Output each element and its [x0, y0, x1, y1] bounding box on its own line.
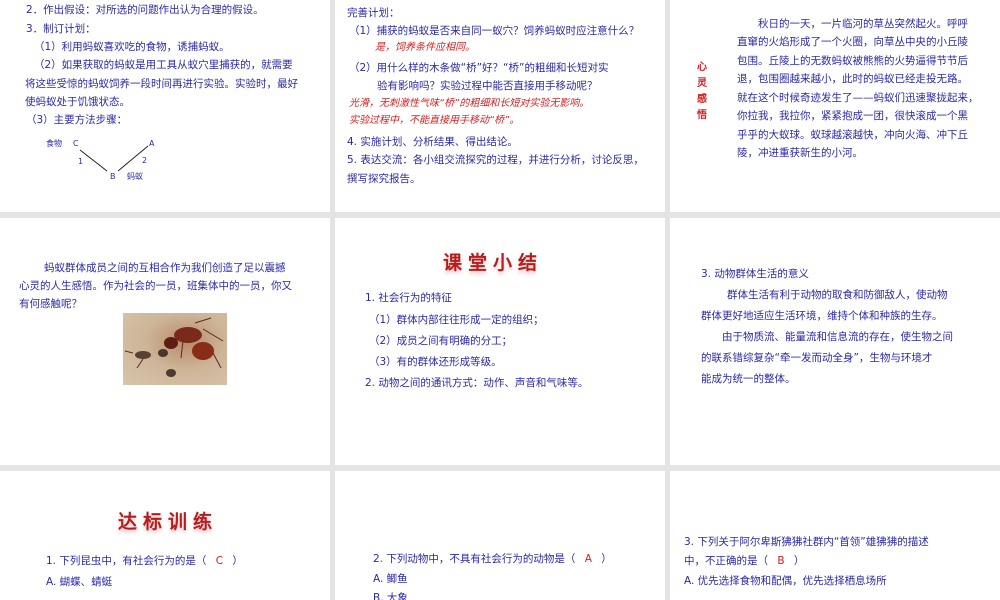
ant-label: 蚂蚁 [127, 172, 143, 181]
question-close: ） [232, 555, 243, 567]
point-c-label: C [73, 139, 79, 148]
question-line: 3. 下列关于阿尔卑斯狒狒社群内“首领”雄狒狒的描述 [684, 536, 929, 548]
slide-thumbnail-5[interactable]: 课堂小结 1. 社会行为的特征 （1）群体内部往往形成一定的组织； （2）成员之… [335, 218, 665, 465]
text-line: 蚂蚁群体成员之间的互相合作为我们创造了足以震撼 [44, 262, 286, 274]
text-line: 你拉我，我拉你，紧紧抱成一团，很快滚成一个黑 [737, 110, 968, 122]
question-text: 2. 下列动物中，不具有社会行为的动物是（ [373, 553, 576, 565]
ants-photo [123, 313, 227, 385]
slide-thumbnail-7[interactable]: 达标训练 1. 下列昆虫中，有社会行为的是（ C ） A. 蝴蝶、蜻蜓 [0, 471, 330, 600]
question-line: 1. 下列昆虫中，有社会行为的是（ C ） [46, 554, 243, 568]
slide-thumbnail-2[interactable]: 完善计划： （1）捕获的蚂蚁是否来自同一蚁穴？饲养蚂蚁时应注意什么？ 是，饲养条… [335, 0, 665, 212]
answer-line: 是，饲养条件应相同。 [375, 42, 475, 53]
text-line: 撰写探究报告。 [347, 173, 421, 185]
answer-text: A [584, 553, 592, 565]
bridge-2-label: 2 [142, 156, 148, 165]
text-line: 由于物质流、能量流和信息流的存在，使生物之间 [722, 331, 953, 343]
text-line: 有何感触呢？ [19, 298, 82, 310]
slide-thumbnail-1[interactable]: 2．作出假设：对所选的问题作出认为合理的假设。 3．制订计划： （1）利用蚂蚁喜… [0, 0, 330, 212]
text-line: 乎乎的大蚁球。蚁球越滚越快，冲向火海、冲下丘 [737, 129, 968, 141]
option-line: B. 大象 [373, 592, 408, 600]
question-close: ） [601, 553, 612, 565]
text-line: 就在这个时候奇迹发生了——蚂蚁们迅速聚拢起来， [737, 92, 979, 104]
question-line-2: 中，不正确的是（ B ） [684, 554, 804, 568]
point-a-label: A [149, 139, 155, 148]
text-line: 秋日的一天，一片临河的草丛突然起火。呼呼 [758, 18, 968, 30]
text-line: 完善计划： [347, 7, 400, 19]
text-line: 2. 动物之间的通讯方式：动作、声音和气味等。 [365, 377, 589, 389]
option-line: A. 优先选择食物和配偶，优先选择栖息场所 [684, 575, 887, 587]
answer-line: 光滑，无刺激性气味“桥”的粗细和长短对实验无影响。 [349, 98, 590, 109]
text-line: 5. 表达交流：各小组交流探究的过程，并进行分析，讨论反思， [347, 154, 644, 166]
answer-text: B [777, 555, 785, 567]
text-line: （1）捕获的蚂蚁是否来自同一蚁穴？饲养蚂蚁时应注意什么？ [349, 25, 640, 37]
side-label: 心灵感悟 [697, 62, 707, 121]
text-line: （3）有的群体还形成等级。 [369, 356, 502, 368]
answer-line: 实验过程中，不能直接用手移动“桥”。 [349, 115, 520, 126]
point-b-label: B [110, 172, 116, 181]
ant-illustration [124, 317, 224, 377]
slide-thumbnail-8[interactable]: 2. 下列动物中，不具有社会行为的动物是（ A ） A. 鲫鱼 B. 大象 [335, 471, 665, 600]
option-line: A. 鲫鱼 [373, 573, 408, 585]
text-line: 包围。丘陵上的无数蚂蚁被熊熊的火势逼得节节后 [737, 55, 968, 67]
text-line: 3. 动物群体生活的意义 [701, 268, 809, 280]
question-text: 1. 下列昆虫中，有社会行为的是（ [46, 555, 207, 567]
slide-title: 达标训练 [118, 511, 219, 533]
question-close: ） [793, 555, 805, 567]
question-line: 2. 下列动物中，不具有社会行为的动物是（ A ） [373, 552, 612, 566]
slide-title: 课堂小结 [443, 252, 544, 274]
text-line: 退，包围圈越来越小，此时的蚂蚁已经走投无路。 [737, 73, 968, 85]
bridge-1-label: 1 [78, 157, 84, 166]
food-label: 食物 [46, 139, 62, 148]
option-line: A. 蝴蝶、蜻蜓 [46, 576, 113, 588]
slide-thumbnail-9[interactable]: 3. 下列关于阿尔卑斯狒狒社群内“首领”雄狒狒的描述 中，不正确的是（ B ） … [670, 471, 1000, 600]
answer-text: C [215, 555, 224, 567]
text-line: 4. 实施计划、分析结果、得出结论。 [347, 136, 518, 148]
text-line: 陵，冲进重获新生的小河。 [737, 147, 863, 159]
text-line: 验有影响吗？实验过程中能否直接用手移动呢？ [377, 80, 598, 92]
text-line: 能成为统一的整体。 [701, 373, 796, 385]
slide-thumbnail-6[interactable]: 3. 动物群体生活的意义 群体生活有利于动物的取食和防御敌人，使动物 群体更好地… [670, 218, 1000, 465]
text-line: 群体生活有利于动物的取食和防御敌人，使动物 [727, 289, 948, 301]
text-line: （1）群体内部往往形成一定的组织； [369, 314, 544, 326]
text-line: 群体更好地适应生活环境，维持个体和种族的生存。 [701, 310, 943, 322]
question-text: 中，不正确的是（ [684, 555, 768, 567]
text-line: 直窜的火焰形成了一个火圈，向草丛中央的小丘陵 [737, 36, 968, 48]
text-line: 心灵的人生感悟。作为社会的一员，班集体中的一员，你又 [19, 280, 292, 292]
slide-thumbnail-4[interactable]: 蚂蚁群体成员之间的互相合作为我们创造了足以震撼 心灵的人生感悟。作为社会的一员，… [0, 218, 330, 465]
text-line: （2）用什么样的木条做“桥”好？“桥”的粗细和长短对实 [349, 62, 609, 74]
text-line: 1. 社会行为的特征 [365, 292, 452, 304]
text-line: （2）成员之间有明确的分工； [369, 335, 513, 347]
bridge-lines [79, 145, 149, 172]
slide-thumbnail-3[interactable]: 心灵感悟 秋日的一天，一片临河的草丛突然起火。呼呼 直窜的火焰形成了一个火圈，向… [670, 0, 1000, 212]
text-line: 的联系错综复杂“牵一发而动全身”，生物与环境才 [701, 352, 933, 364]
